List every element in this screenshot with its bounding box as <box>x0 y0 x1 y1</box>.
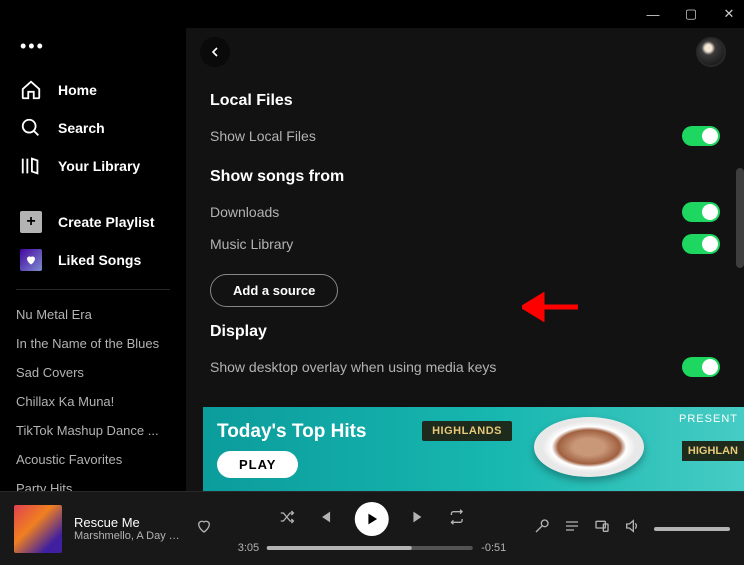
create-playlist-button[interactable]: + Create Playlist <box>8 203 178 241</box>
playlist-item[interactable]: Sad Covers <box>16 358 170 387</box>
sidebar-divider <box>16 289 170 290</box>
lyrics-button[interactable] <box>534 518 550 539</box>
user-avatar[interactable] <box>696 37 726 67</box>
window-minimize-button[interactable]: — <box>646 7 660 22</box>
setting-label: Music Library <box>210 236 293 252</box>
devices-button[interactable] <box>594 518 610 539</box>
volume-button[interactable] <box>624 518 640 539</box>
ad-banner[interactable]: Today's Top Hits PLAY HIGHLANDS PRESENT … <box>203 407 744 491</box>
repeat-icon <box>449 509 465 525</box>
progress-track[interactable] <box>267 546 473 550</box>
play-button[interactable] <box>355 502 389 536</box>
mic-icon <box>534 518 550 534</box>
setting-row-desktop-overlay: Show desktop overlay when using media ke… <box>210 351 720 383</box>
settings-panel: Local Files Show Local Files Show songs … <box>186 72 744 383</box>
playlist-item[interactable]: Chillax Ka Muna! <box>16 387 170 416</box>
toggle-music-library[interactable] <box>682 234 720 254</box>
setting-label: Downloads <box>210 204 279 220</box>
time-remaining: -0:51 <box>481 542 506 554</box>
section-title-display: Display <box>210 323 720 341</box>
queue-button[interactable] <box>564 518 580 539</box>
search-icon <box>20 117 42 139</box>
now-playing-artist[interactable]: Marshmello, A Day To Re <box>74 530 184 542</box>
ad-image <box>534 417 644 477</box>
ad-present-label: PRESENT <box>679 413 738 425</box>
skip-back-icon <box>317 509 333 525</box>
setting-label: Show desktop overlay when using media ke… <box>210 359 496 375</box>
playlist-item[interactable]: In the Name of the Blues <box>16 329 170 358</box>
now-playing-title[interactable]: Rescue Me <box>74 515 184 530</box>
liked-songs-label: Liked Songs <box>58 252 141 268</box>
progress-bar: 3:05 -0:51 <box>238 542 507 554</box>
repeat-button[interactable] <box>449 509 465 530</box>
player-bar: Rescue Me Marshmello, A Day To Re 3:05 -… <box>0 491 744 565</box>
setting-row-downloads: Downloads <box>210 196 720 228</box>
skip-forward-icon <box>411 509 427 525</box>
heart-icon <box>20 249 42 271</box>
liked-songs-button[interactable]: Liked Songs <box>8 241 178 279</box>
previous-button[interactable] <box>317 509 333 530</box>
devices-icon <box>594 518 610 534</box>
nav-home[interactable]: Home <box>8 71 178 109</box>
chevron-left-icon <box>207 44 223 60</box>
playlist-item[interactable]: Nu Metal Era <box>16 300 170 329</box>
create-playlist-label: Create Playlist <box>58 214 155 230</box>
playlist-item[interactable]: Acoustic Favorites <box>16 445 170 474</box>
time-elapsed: 3:05 <box>238 542 259 554</box>
ad-brand-logo-2: HIGHLAN <box>682 441 744 461</box>
now-playing-art[interactable] <box>14 505 62 553</box>
setting-row-music-library: Music Library <box>210 228 720 260</box>
now-playing-info: Rescue Me Marshmello, A Day To Re <box>74 515 184 542</box>
library-icon <box>20 155 42 177</box>
shuffle-button[interactable] <box>279 509 295 530</box>
sidebar: ••• Home Search Your Library + Create <box>0 28 186 565</box>
home-icon <box>20 79 42 101</box>
section-title-show-songs-from: Show songs from <box>210 168 720 186</box>
window-titlebar: — ▢ ✕ <box>0 0 744 28</box>
add-a-source-button[interactable]: Add a source <box>210 274 338 307</box>
back-button[interactable] <box>200 37 230 67</box>
window-maximize-button[interactable]: ▢ <box>684 6 698 22</box>
heart-icon <box>196 518 212 534</box>
setting-row-show-local-files: Show Local Files <box>210 120 720 152</box>
app-menu-button[interactable]: ••• <box>0 28 186 71</box>
scrollbar-thumb[interactable] <box>736 168 744 268</box>
toggle-downloads[interactable] <box>682 202 720 222</box>
nav-label: Your Library <box>58 158 140 174</box>
ad-title: Today's Top Hits <box>217 421 367 443</box>
ad-play-button[interactable]: PLAY <box>217 451 298 478</box>
nav-label: Search <box>58 120 105 136</box>
play-icon <box>364 511 380 527</box>
volume-icon <box>624 518 640 534</box>
next-button[interactable] <box>411 509 427 530</box>
nav-library[interactable]: Your Library <box>8 147 178 185</box>
volume-slider[interactable] <box>654 527 730 531</box>
window-close-button[interactable]: ✕ <box>722 6 736 22</box>
nav-label: Home <box>58 82 97 98</box>
ad-brand-logo: HIGHLANDS <box>422 421 512 441</box>
nav-search[interactable]: Search <box>8 109 178 147</box>
queue-icon <box>564 518 580 534</box>
setting-label: Show Local Files <box>210 128 316 144</box>
like-button[interactable] <box>196 518 212 539</box>
toggle-desktop-overlay[interactable] <box>682 357 720 377</box>
section-title-local-files: Local Files <box>210 92 720 110</box>
playlist-item[interactable]: TikTok Mashup Dance ... <box>16 416 170 445</box>
plus-icon: + <box>20 211 42 233</box>
shuffle-icon <box>279 509 295 525</box>
toggle-show-local-files[interactable] <box>682 126 720 146</box>
